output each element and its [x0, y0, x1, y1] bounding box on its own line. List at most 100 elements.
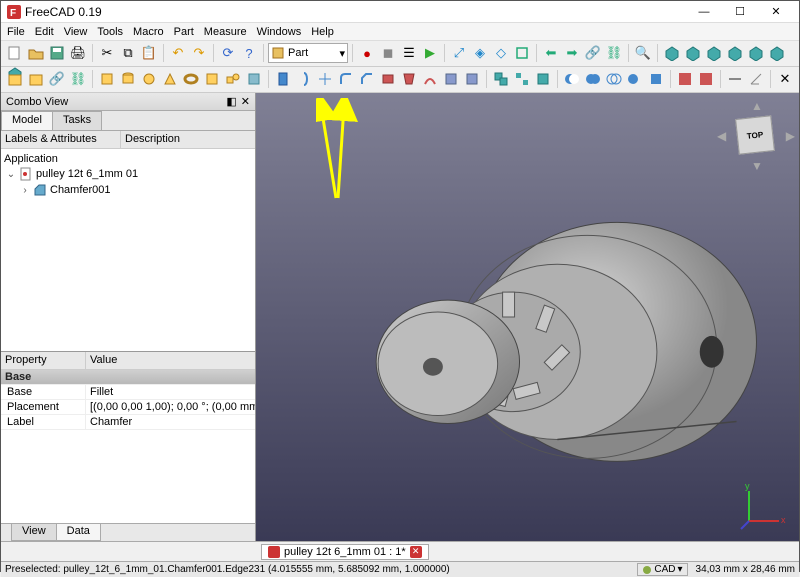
- part-group-icon[interactable]: [5, 69, 25, 89]
- macro-list-icon[interactable]: ☰: [399, 43, 419, 63]
- prop-row[interactable]: Base Fillet: [1, 385, 255, 400]
- section-icon[interactable]: [441, 69, 461, 89]
- help-icon[interactable]: ?: [239, 43, 259, 63]
- view-bottom-icon[interactable]: [746, 43, 766, 63]
- compound-icon[interactable]: [491, 69, 511, 89]
- sweep-icon[interactable]: [420, 69, 440, 89]
- compfilter-icon[interactable]: [533, 69, 553, 89]
- refine-icon[interactable]: [696, 69, 716, 89]
- print-icon[interactable]: 🖨: [68, 43, 88, 63]
- torus-icon[interactable]: [181, 69, 201, 89]
- bool-connect-icon[interactable]: [625, 69, 645, 89]
- refresh-icon[interactable]: ⟳: [218, 43, 238, 63]
- combo-float-icon[interactable]: ◧: [226, 95, 236, 108]
- 3d-viewport[interactable]: TOP ▲ ▼ ◀ ▶: [256, 93, 799, 541]
- macro-stop-icon[interactable]: ◼: [378, 43, 398, 63]
- workbench-selector[interactable]: Part ▾: [268, 43, 348, 63]
- zoom-icon[interactable]: 🔍: [633, 43, 653, 63]
- cube-icon[interactable]: [97, 69, 117, 89]
- view-rear-icon[interactable]: [725, 43, 745, 63]
- prop-val[interactable]: Fillet: [86, 385, 255, 399]
- tab-model[interactable]: Model: [1, 111, 53, 130]
- expander-icon[interactable]: ›: [20, 185, 30, 196]
- sphere-icon[interactable]: [139, 69, 159, 89]
- extrude-icon[interactable]: [273, 69, 293, 89]
- macro-record-icon[interactable]: ●: [357, 43, 377, 63]
- builder-icon[interactable]: [244, 69, 264, 89]
- fit-all-icon[interactable]: ⤢: [449, 43, 469, 63]
- prop-row[interactable]: Placement [(0,00 0,00 1,00); 0,00 °; (0,…: [1, 400, 255, 415]
- macro-play-icon[interactable]: ▶: [420, 43, 440, 63]
- check-icon[interactable]: [675, 69, 695, 89]
- menu-help[interactable]: Help: [311, 26, 334, 38]
- menu-windows[interactable]: Windows: [257, 26, 302, 38]
- model-tree[interactable]: Application ⌄ pulley 12t 6_1mm 01 › Cham…: [1, 149, 255, 351]
- menu-view[interactable]: View: [64, 26, 88, 38]
- nav-back-icon[interactable]: ⬅: [541, 43, 561, 63]
- document-tab[interactable]: pulley 12t 6_1mm 01 : 1* ✕: [261, 544, 429, 560]
- view-top-icon[interactable]: [683, 43, 703, 63]
- expander-icon[interactable]: ⌄: [6, 169, 16, 180]
- cross-icon[interactable]: [462, 69, 482, 89]
- ruled-icon[interactable]: [378, 69, 398, 89]
- tab-data[interactable]: Data: [56, 524, 101, 541]
- nav-mode[interactable]: CAD ▾: [637, 563, 687, 576]
- copy-icon[interactable]: ⧉: [118, 43, 138, 63]
- fillet-icon[interactable]: [336, 69, 356, 89]
- maximize-button[interactable]: ☐: [723, 2, 757, 22]
- fit-sel-icon[interactable]: ◈: [470, 43, 490, 63]
- tab-view[interactable]: View: [11, 524, 57, 541]
- save-icon[interactable]: [47, 43, 67, 63]
- view-right-icon[interactable]: [704, 43, 724, 63]
- link-rel-icon[interactable]: ⛓: [68, 69, 88, 89]
- bool-common-icon[interactable]: [604, 69, 624, 89]
- combo-close-icon[interactable]: ✕: [241, 95, 250, 108]
- part-group2-icon[interactable]: [26, 69, 46, 89]
- explode-icon[interactable]: [512, 69, 532, 89]
- cone-icon[interactable]: [160, 69, 180, 89]
- menu-tools[interactable]: Tools: [97, 26, 123, 38]
- bool-cut-icon[interactable]: [562, 69, 582, 89]
- tree-doc[interactable]: ⌄ pulley 12t 6_1mm 01: [4, 166, 252, 182]
- bool-embed-icon[interactable]: [646, 69, 666, 89]
- menu-part[interactable]: Part: [174, 26, 194, 38]
- redo-icon[interactable]: ↷: [189, 43, 209, 63]
- mirror-icon[interactable]: [315, 69, 335, 89]
- measure-lin-icon[interactable]: [725, 69, 745, 89]
- nav-fwd-icon[interactable]: ➡: [562, 43, 582, 63]
- view-iso-icon[interactable]: ◇: [491, 43, 511, 63]
- loft-icon[interactable]: [399, 69, 419, 89]
- menu-edit[interactable]: Edit: [35, 26, 54, 38]
- cut-icon[interactable]: ✂: [97, 43, 117, 63]
- undo-icon[interactable]: ↶: [168, 43, 188, 63]
- link-make-icon[interactable]: 🔗: [47, 69, 67, 89]
- bool-fuse-icon[interactable]: [583, 69, 603, 89]
- view-axo-icon[interactable]: [512, 43, 532, 63]
- prop-row[interactable]: Label Chamfer: [1, 415, 255, 430]
- revolve-icon[interactable]: [294, 69, 314, 89]
- prop-val[interactable]: [(0,00 0,00 1,00); 0,00 °; (0,00 mm 0,00…: [86, 400, 255, 414]
- open-icon[interactable]: [26, 43, 46, 63]
- close-button[interactable]: ✕: [759, 2, 793, 22]
- menu-file[interactable]: File: [7, 26, 25, 38]
- prop-val[interactable]: Chamfer: [86, 415, 255, 429]
- menu-measure[interactable]: Measure: [204, 26, 247, 38]
- prism-icon[interactable]: [202, 69, 222, 89]
- minimize-button[interactable]: —: [687, 2, 721, 22]
- tab-tasks[interactable]: Tasks: [52, 111, 102, 130]
- link-all-icon[interactable]: ⛓: [604, 43, 624, 63]
- menu-macro[interactable]: Macro: [133, 26, 164, 38]
- new-icon[interactable]: [5, 43, 25, 63]
- measure-ang-icon[interactable]: [746, 69, 766, 89]
- view-front-icon[interactable]: [662, 43, 682, 63]
- cylinder-icon[interactable]: [118, 69, 138, 89]
- paste-icon[interactable]: 📋: [139, 43, 159, 63]
- primitives-icon[interactable]: [223, 69, 243, 89]
- link-icon[interactable]: 🔗: [583, 43, 603, 63]
- tab-close-icon[interactable]: ✕: [410, 546, 422, 558]
- tree-feature[interactable]: › Chamfer001: [4, 182, 252, 198]
- tree-root[interactable]: Application: [4, 152, 252, 166]
- view-left-icon[interactable]: [767, 43, 787, 63]
- chamfer-icon[interactable]: [357, 69, 377, 89]
- measure-clr-icon[interactable]: ✕: [775, 69, 795, 89]
